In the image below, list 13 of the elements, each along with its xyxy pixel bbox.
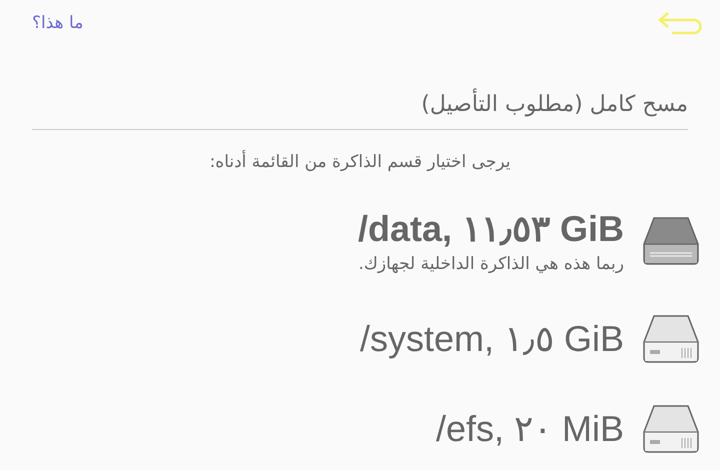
partition-title: /efs, ٢٠ MiB: [436, 408, 624, 450]
partition-title: /system, ١٫٥ GiB: [360, 318, 624, 360]
partition-item[interactable]: /data, ١١٫٥٣ GiB ربما هذه هي الذاكرة الداخلية لجهازك.: [32, 208, 700, 274]
back-icon[interactable]: [658, 11, 704, 35]
partition-item[interactable]: /efs, ٢٠ MiB: [32, 404, 700, 454]
drive-icon: [642, 404, 700, 454]
help-link[interactable]: ما هذا؟: [32, 13, 84, 33]
instruction-text: يرجى اختيار قسم الذاكرة من القائمة أدناه:: [208, 152, 512, 172]
partition-title: /data, ١١٫٥٣ GiB: [358, 208, 624, 250]
drive-icon: [642, 314, 700, 364]
partition-item[interactable]: /system, ١٫٥ GiB: [32, 314, 700, 364]
partition-description: ربما هذه هي الذاكرة الداخلية لجهازك.: [358, 254, 624, 274]
drive-icon: [642, 216, 700, 266]
